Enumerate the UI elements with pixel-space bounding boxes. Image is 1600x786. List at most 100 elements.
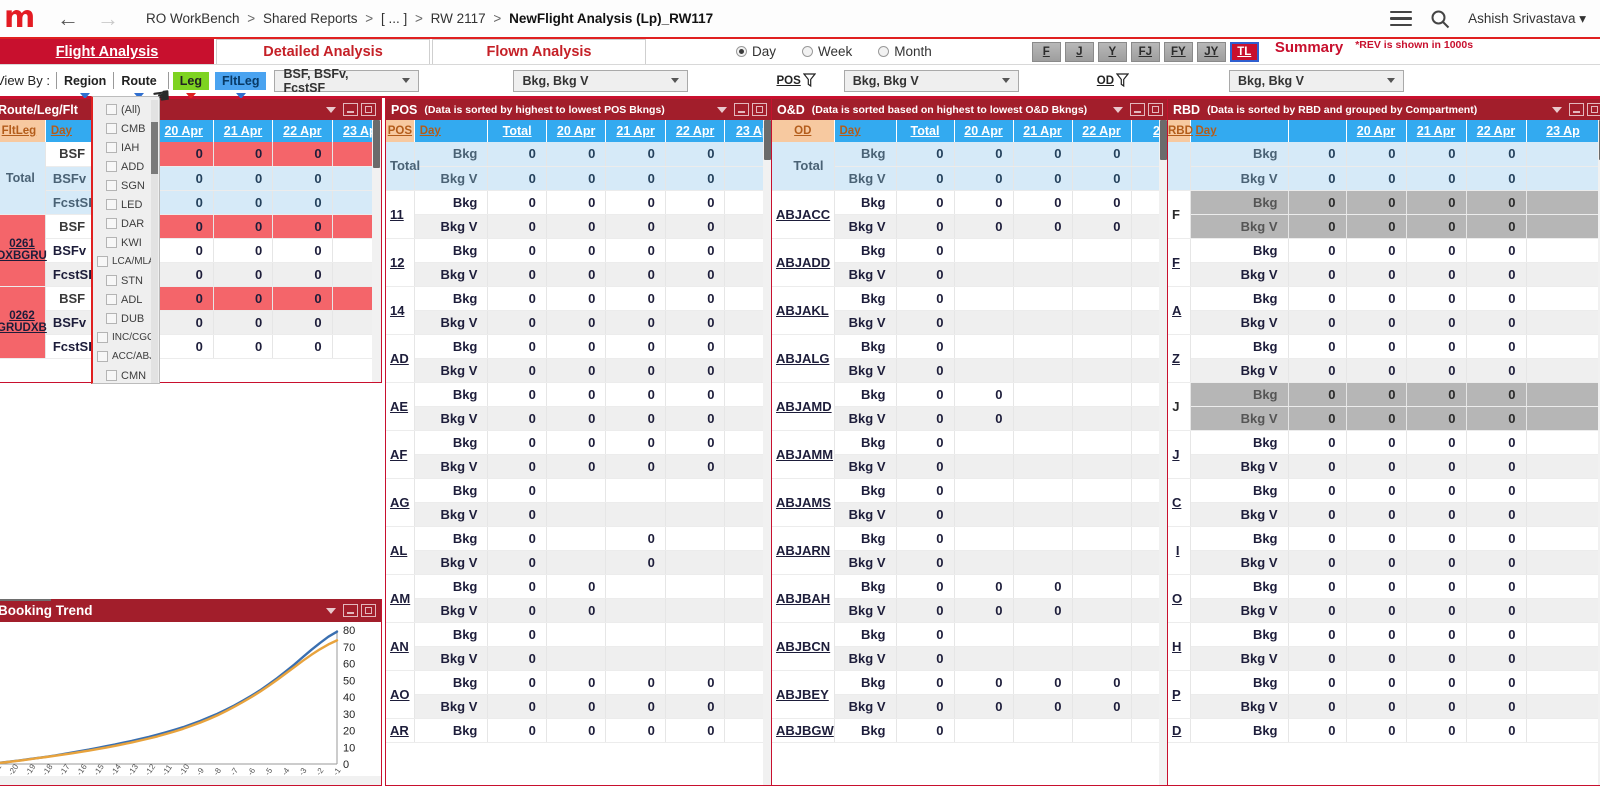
dropdown-scrollbar[interactable] [151, 100, 158, 383]
row-key-cell[interactable]: ABJAMM [772, 430, 835, 479]
row-key-cell[interactable]: D [1168, 718, 1191, 743]
row-key-cell[interactable]: J [1168, 382, 1191, 431]
leg-filter-option[interactable]: SGN [93, 176, 159, 195]
breadcrumb-item-3[interactable]: [ ... ] [381, 11, 407, 26]
pos-filter-button[interactable]: POS [776, 73, 816, 88]
breadcrumb-item-1[interactable]: RO WorkBench [146, 11, 240, 26]
cabin-button-jy[interactable]: JY [1196, 41, 1226, 62]
chevron-down-icon[interactable] [1552, 106, 1562, 113]
scrollbar-thumb[interactable] [1160, 120, 1167, 160]
maximize-icon[interactable] [1587, 103, 1600, 116]
row-key-cell[interactable]: Z [1168, 334, 1191, 383]
row-key-cell[interactable]: Total [0, 142, 46, 215]
leg-filter-option[interactable]: INC/CGO [93, 328, 159, 347]
leg-filter-option[interactable]: ACC/ABJ [93, 347, 159, 366]
maximize-icon[interactable] [361, 103, 376, 116]
column-header-fltleg[interactable]: FltLeg [0, 120, 46, 142]
column-header-22apr[interactable]: 22 Apr [1072, 120, 1132, 142]
column-header-20apr[interactable]: 20 Apr [954, 120, 1014, 142]
column-header-21apr[interactable]: 21 Apr [1013, 120, 1073, 142]
checkbox-icon[interactable] [106, 123, 117, 134]
maximize-icon[interactable] [361, 604, 376, 617]
chevron-down-icon[interactable] [717, 106, 727, 113]
minimize-icon[interactable] [343, 604, 358, 617]
minimize-icon[interactable] [1569, 103, 1584, 116]
minimize-icon[interactable] [343, 103, 358, 116]
leg-filter-option[interactable]: DAR [93, 214, 159, 233]
row-key-cell[interactable]: ABJAKL [772, 286, 835, 335]
row-key-cell[interactable]: AN [386, 622, 415, 671]
view-by-fltleg-button[interactable]: FltLeg [214, 71, 267, 99]
row-key-cell[interactable]: P [1168, 670, 1191, 719]
back-icon[interactable]: ← [57, 7, 79, 30]
column-header-pos[interactable]: POS [386, 120, 415, 142]
checkbox-icon[interactable] [106, 142, 117, 153]
row-key-cell[interactable]: AG [386, 478, 415, 527]
checkbox-icon[interactable] [106, 180, 117, 191]
row-key-cell[interactable]: ABJAMD [772, 382, 835, 431]
row-key-cell[interactable] [1168, 142, 1191, 191]
breadcrumb-item-2[interactable]: Shared Reports [263, 11, 358, 26]
checkbox-icon[interactable] [97, 256, 108, 267]
leg-filter-option[interactable]: CMN [93, 366, 159, 383]
column-header-blank[interactable] [1288, 120, 1347, 142]
row-key-cell[interactable]: J [1168, 430, 1191, 479]
panel-tab-handle[interactable] [0, 599, 51, 601]
chevron-down-icon[interactable] [1113, 106, 1123, 113]
radio-week[interactable]: Week [802, 44, 852, 59]
cabin-button-tl[interactable]: TL [1229, 41, 1259, 62]
row-key-cell[interactable]: ABJARN [772, 526, 835, 575]
row-key-cell[interactable]: ABJAMS [772, 478, 835, 527]
column-header-total[interactable]: Total [896, 120, 955, 142]
minimize-icon[interactable] [1130, 103, 1145, 116]
user-menu[interactable]: Ashish Srivastava ▾ [1468, 11, 1586, 27]
row-key-cell[interactable]: 14 [386, 286, 415, 335]
maximize-icon[interactable] [752, 103, 767, 116]
column-header-20apr[interactable]: 20 Apr [1346, 120, 1407, 142]
row-key-cell[interactable]: AE [386, 382, 415, 431]
checkbox-icon[interactable] [97, 351, 108, 362]
checkbox-icon[interactable] [106, 275, 117, 286]
leg-filter-option[interactable]: DUB [93, 309, 159, 328]
panel-vertical-scrollbar[interactable] [372, 120, 381, 382]
tab-detailed-analysis[interactable]: Detailed Analysis [216, 39, 430, 64]
row-key-cell[interactable]: ABJBCN [772, 622, 835, 671]
rbd-metric-select[interactable]: Bkg, Bkg V [1229, 69, 1405, 92]
cabin-button-y[interactable]: Y [1097, 41, 1127, 62]
leg-filter-option[interactable]: IAH [93, 138, 159, 157]
chevron-down-icon[interactable] [326, 106, 336, 113]
row-key-cell[interactable]: C [1168, 478, 1191, 527]
scrollbar-thumb[interactable] [151, 122, 158, 174]
row-key-cell[interactable]: ABJALG [772, 334, 835, 383]
leg-filter-option[interactable]: LED [93, 195, 159, 214]
horizontal-scrollbar[interactable] [0, 776, 381, 785]
column-header-21apr[interactable]: 21 Apr [213, 120, 274, 142]
metric-select[interactable]: BSF, BSFv, FcstSF [274, 67, 420, 95]
column-header-od[interactable]: OD [772, 120, 835, 142]
row-key-cell[interactable]: ABJBAH [772, 574, 835, 623]
row-key-cell[interactable]: O [1168, 574, 1191, 623]
column-header-day[interactable]: Day [45, 120, 97, 142]
minimize-icon[interactable] [734, 103, 749, 116]
column-header-21apr[interactable]: 21 Apr [1406, 120, 1467, 142]
breadcrumb-item-4[interactable]: RW 2117 [431, 11, 486, 26]
scrollbar-thumb[interactable] [764, 120, 771, 160]
leg-filter-dropdown[interactable]: (All) CMB IAH ADD SGN LED DAR KWI LCA/MLA STN ADL D… [91, 96, 160, 384]
row-key-cell[interactable]: I [1168, 526, 1191, 575]
leg-filter-option[interactable]: STN [93, 271, 159, 290]
column-header-22apr[interactable]: 22 Apr [272, 120, 333, 142]
cabin-button-fj[interactable]: FJ [1130, 41, 1160, 62]
row-key-cell[interactable]: ABJBEY [772, 670, 835, 719]
radio-day[interactable]: Day [736, 44, 776, 59]
checkbox-icon[interactable] [106, 294, 117, 305]
checkbox-icon[interactable] [106, 370, 117, 381]
checkbox-icon[interactable] [106, 104, 117, 115]
cabin-button-f[interactable]: F [1031, 41, 1061, 62]
search-icon[interactable] [1430, 9, 1450, 29]
column-header-day[interactable]: Day [1190, 120, 1289, 142]
column-header-22apr[interactable]: 22 Apr [1466, 120, 1527, 142]
maximize-icon[interactable] [1148, 103, 1163, 116]
forward-icon[interactable]: → [97, 7, 119, 30]
leg-filter-option[interactable]: KWI [93, 233, 159, 252]
column-header-day[interactable]: Day [414, 120, 489, 142]
